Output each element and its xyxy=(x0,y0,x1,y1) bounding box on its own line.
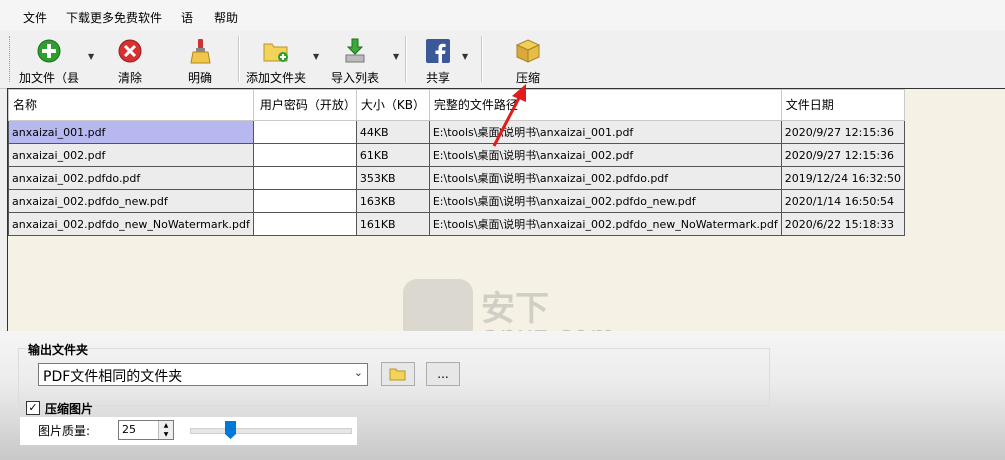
menu-bar: 文件 下载更多免费软件 语 帮助 xyxy=(0,0,1005,31)
slider-thumb[interactable] xyxy=(225,421,236,439)
annotation-arrow-icon xyxy=(492,84,526,147)
output-folder-select[interactable]: PDF文件相同的文件夹 ⌄ xyxy=(38,363,368,386)
menu-language[interactable]: 语 xyxy=(181,9,193,26)
clear-button[interactable]: 清除 xyxy=(108,30,152,88)
header-size[interactable]: 大小（KB） xyxy=(355,89,430,121)
add-file-button[interactable]: 加文件（县 xyxy=(16,30,82,88)
cell-path: E:\tools\桌面\说明书\anxaizai_002.pdf xyxy=(428,143,782,167)
output-folder-title: 输出文件夹 xyxy=(28,343,89,357)
cell-password[interactable] xyxy=(252,212,357,236)
cell-path: E:\tools\桌面\说明书\anxaizai_002.pdfdo.pdf xyxy=(428,166,782,190)
add-folder-dropdown-icon[interactable]: ▼ xyxy=(313,52,319,61)
add-file-dropdown-icon[interactable]: ▼ xyxy=(88,52,94,61)
compress-images-label: 压缩图片 xyxy=(45,402,94,416)
open-folder-button[interactable] xyxy=(381,362,415,386)
browse-label: ... xyxy=(437,367,449,381)
table-row[interactable]: anxaizai_002.pdfdo.pdf 353KB E:\tools\桌面… xyxy=(8,166,906,190)
compress-button[interactable]: 压缩 xyxy=(510,30,546,88)
cell-date: 2020/9/27 12:15:36 xyxy=(780,143,906,167)
cell-path: E:\tools\桌面\说明书\anxaizai_002.pdfdo_new_N… xyxy=(428,212,782,236)
cell-password[interactable] xyxy=(252,166,357,190)
delete-icon xyxy=(117,38,143,64)
cell-name[interactable]: anxaizai_001.pdf xyxy=(8,120,254,144)
clarify-button[interactable]: 明确 xyxy=(180,30,220,88)
toolbar-grip[interactable] xyxy=(9,36,12,82)
compress-images-checkbox[interactable]: ✓ xyxy=(26,401,40,415)
cell-size: 44KB xyxy=(355,120,430,144)
import-list-dropdown-icon[interactable]: ▼ xyxy=(393,52,399,61)
chevron-down-icon: ⌄ xyxy=(353,366,363,379)
cell-name[interactable]: anxaizai_002.pdf xyxy=(8,143,254,167)
cell-date: 2020/6/22 15:18:33 xyxy=(780,212,906,236)
brush-icon xyxy=(187,38,213,64)
image-quality-slider[interactable] xyxy=(190,428,352,434)
cell-size: 61KB xyxy=(355,143,430,167)
clarify-label: 明确 xyxy=(187,71,212,85)
header-name[interactable]: 名称 xyxy=(8,89,254,121)
menu-download[interactable]: 下载更多免费软件 xyxy=(66,9,162,26)
stepper-arrows-icon[interactable]: ▲ ▼ xyxy=(158,421,173,439)
share-dropdown-icon[interactable]: ▼ xyxy=(462,52,468,61)
browse-button[interactable]: ... xyxy=(426,362,460,386)
add-file-label: 加文件（县 xyxy=(18,71,79,85)
cell-path: E:\tools\桌面\说明书\anxaizai_001.pdf xyxy=(428,120,782,144)
table-row[interactable]: anxaizai_001.pdf 44KB E:\tools\桌面\说明书\an… xyxy=(8,120,906,144)
cell-name[interactable]: anxaizai_002.pdfdo_new.pdf xyxy=(8,189,254,213)
output-folder-value: PDF文件相同的文件夹 xyxy=(43,369,183,385)
cell-date: 2020/9/27 12:15:36 xyxy=(780,120,906,144)
toolbar-separator xyxy=(405,36,407,82)
share-label: 共享 xyxy=(425,71,450,85)
options-panel: 输出文件夹 PDF文件相同的文件夹 ⌄ ... ✓ 压缩图片 图片质量: 25 … xyxy=(0,331,1005,460)
import-icon xyxy=(342,38,368,64)
file-table: 名称 用户密码（开放） 大小（KB） 完整的文件路径 文件日期 anxaizai… xyxy=(8,89,906,236)
import-list-label: 导入列表 xyxy=(330,71,379,85)
cell-name[interactable]: anxaizai_002.pdfdo_new_NoWatermark.pdf xyxy=(8,212,254,236)
add-folder-label: 添加文件夹 xyxy=(245,71,306,85)
toolbar: 加文件（县 ▼ 清除 明确 添加文件夹 ▼ 导入列表 ▼ 共享 ▼ 压缩 xyxy=(0,30,1005,89)
table-row[interactable]: anxaizai_002.pdfdo_new_NoWatermark.pdf 1… xyxy=(8,212,906,236)
folder-icon xyxy=(389,368,406,381)
facebook-icon xyxy=(425,38,451,64)
package-icon xyxy=(515,38,541,64)
cell-size: 353KB xyxy=(355,166,430,190)
table-row[interactable]: anxaizai_002.pdf 61KB E:\tools\桌面\说明书\an… xyxy=(8,143,906,167)
add-folder-button[interactable]: 添加文件夹 xyxy=(244,30,308,88)
app-window: 文件 下载更多免费软件 语 帮助 加文件（县 ▼ 清除 明确 添加文件夹 ▼ 导… xyxy=(0,0,1005,460)
share-button[interactable]: 共享 xyxy=(422,30,454,88)
cell-size: 161KB xyxy=(355,212,430,236)
cell-password[interactable] xyxy=(252,189,357,213)
header-password[interactable]: 用户密码（开放） xyxy=(252,89,357,121)
header-date[interactable]: 文件日期 xyxy=(780,89,906,121)
checkmark-icon: ✓ xyxy=(28,401,38,414)
cell-password[interactable] xyxy=(252,120,357,144)
cell-date: 2020/1/14 16:50:54 xyxy=(780,189,906,213)
cell-password[interactable] xyxy=(252,143,357,167)
table-row[interactable]: anxaizai_002.pdfdo_new.pdf 163KB E:\tool… xyxy=(8,189,906,213)
image-quality-stepper[interactable]: 25 ▲ ▼ xyxy=(118,420,174,440)
menu-file[interactable]: 文件 xyxy=(23,9,47,26)
cell-path: E:\tools\桌面\说明书\anxaizai_002.pdfdo_new.p… xyxy=(428,189,782,213)
cell-size: 163KB xyxy=(355,189,430,213)
image-quality-label: 图片质量: xyxy=(38,424,91,438)
add-folder-icon xyxy=(263,38,289,64)
table-header-row: 名称 用户密码（开放） 大小（KB） 完整的文件路径 文件日期 xyxy=(8,89,906,121)
image-quality-value: 25 xyxy=(122,423,136,436)
clear-label: 清除 xyxy=(117,71,142,85)
add-icon xyxy=(36,38,62,64)
menu-help[interactable]: 帮助 xyxy=(214,9,238,26)
cell-name[interactable]: anxaizai_002.pdfdo.pdf xyxy=(8,166,254,190)
toolbar-separator xyxy=(481,36,483,82)
image-quality-panel: 图片质量: 25 ▲ ▼ xyxy=(20,417,357,445)
toolbar-separator xyxy=(238,36,240,82)
import-list-button[interactable]: 导入列表 xyxy=(330,30,380,88)
header-path[interactable]: 完整的文件路径 xyxy=(428,89,782,121)
cell-date: 2019/12/24 16:32:50 xyxy=(780,166,906,190)
